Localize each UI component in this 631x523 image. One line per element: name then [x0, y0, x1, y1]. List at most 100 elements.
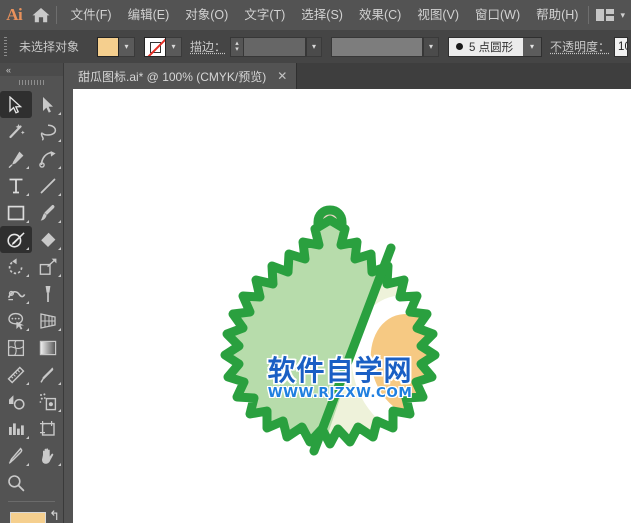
menu-type[interactable]: 文字(T) [236, 0, 293, 30]
menu-help[interactable]: 帮助(H) [528, 0, 586, 30]
tool-flyout-indicator-icon [58, 166, 61, 169]
menu-item-list: 文件(F) 编辑(E) 对象(O) 文字(T) 选择(S) 效果(C) 视图(V… [63, 0, 587, 30]
stroke-profile-input[interactable] [331, 36, 424, 57]
tool-lasso[interactable] [32, 118, 64, 145]
home-icon[interactable] [28, 0, 53, 30]
tool-selection[interactable] [0, 91, 32, 118]
tool-rectangle[interactable] [0, 199, 32, 226]
opacity-input[interactable]: 10 [614, 36, 629, 57]
tool-artboard[interactable] [32, 415, 64, 442]
tool-measure[interactable] [0, 361, 32, 388]
tool-flyout-indicator-icon [58, 409, 61, 412]
brush-preview-dot-icon [456, 43, 464, 50]
tool-flyout-indicator-icon [26, 220, 29, 223]
tool-mesh[interactable] [0, 334, 32, 361]
tool-flyout-indicator-icon [58, 193, 61, 196]
tool-magic-wand[interactable] [0, 118, 32, 145]
tool-empty-slot [32, 469, 64, 496]
tool-scale[interactable] [32, 253, 64, 280]
artboard-canvas[interactable]: 软件自学网 WWW.RJZXW.COM [73, 89, 631, 523]
stroke-swatch-group: ▾ [144, 36, 183, 57]
menu-window[interactable]: 窗口(W) [467, 0, 528, 30]
tool-flyout-indicator-icon [26, 382, 29, 385]
tool-flyout-indicator-icon [26, 328, 29, 331]
workspace-layout-icon[interactable] [595, 8, 615, 22]
menu-effect[interactable]: 效果(C) [351, 0, 409, 30]
tool-panel-collapse-icon[interactable]: « [0, 63, 63, 76]
tool-grid [0, 89, 63, 496]
tool-curvature[interactable] [32, 145, 64, 172]
tool-type[interactable] [0, 172, 32, 199]
swap-fill-stroke-icon[interactable]: ↰ [49, 509, 60, 522]
menu-bar: Ai 文件(F) 编辑(E) 对象(O) 文字(T) 选择(S) 效果(C) 视… [0, 0, 631, 30]
fill-swatch[interactable] [97, 36, 120, 57]
tool-flyout-indicator-icon [26, 274, 29, 277]
tool-paintbrush[interactable] [32, 199, 64, 226]
tool-flyout-indicator-icon [58, 274, 61, 277]
tool-flyout-indicator-icon [26, 301, 29, 304]
panel-grip[interactable] [0, 76, 63, 89]
tool-shape-builder[interactable] [0, 307, 32, 334]
document-tab[interactable]: 甜瓜图标.ai* @ 100% (CMYK/预览) ✕ [64, 63, 298, 89]
tool-shaper[interactable] [0, 226, 32, 253]
fill-swatch-group: ▾ [97, 36, 136, 57]
tool-flyout-indicator-icon [58, 382, 61, 385]
tool-flyout-indicator-icon [58, 247, 61, 250]
tool-zoom[interactable] [0, 469, 32, 496]
stroke-weight-stepper[interactable]: ▴ ▾ [230, 36, 245, 57]
menu-view[interactable]: 视图(V) [409, 0, 467, 30]
stroke-profile-chevron-down-icon[interactable]: ▾ [423, 36, 440, 57]
fill-stroke-control: ↰ [0, 508, 64, 523]
document-tab-title: 甜瓜图标.ai* @ 100% (CMYK/预览) [78, 69, 267, 84]
tool-pen[interactable] [0, 145, 32, 172]
tool-symbol-sprayer[interactable] [32, 388, 64, 415]
tool-flyout-indicator-icon [26, 193, 29, 196]
tool-slice[interactable] [0, 442, 32, 469]
stroke-weight-label: 描边： [190, 40, 227, 54]
durian-melon-icon[interactable] [195, 202, 465, 472]
tool-direct-selection[interactable] [32, 91, 64, 118]
tool-column-graph[interactable] [0, 415, 32, 442]
tool-flyout-indicator-icon [26, 436, 29, 439]
fill-color-swatch[interactable] [10, 512, 46, 523]
tool-rotate[interactable] [0, 253, 32, 280]
brush-definition-combo[interactable]: 5 点圆形 ▾ [448, 36, 543, 57]
tool-eyedropper[interactable] [32, 361, 64, 388]
tool-blend[interactable] [0, 388, 32, 415]
document-tab-strip: 甜瓜图标.ai* @ 100% (CMYK/预览) ✕ [64, 63, 631, 89]
tool-flyout-indicator-icon [58, 112, 61, 115]
tool-flyout-indicator-icon [26, 166, 29, 169]
tool-free-transform[interactable] [32, 280, 64, 307]
brush-chevron-down-icon[interactable]: ▾ [523, 37, 542, 56]
tool-panel-divider [8, 501, 55, 502]
tool-line-segment[interactable] [32, 172, 64, 199]
workspace-chevron-down-icon[interactable]: ▾ [620, 10, 625, 20]
stroke-swatch-none[interactable] [144, 36, 167, 57]
tool-gradient[interactable] [32, 334, 64, 361]
tool-perspective-grid[interactable] [32, 307, 64, 334]
close-icon[interactable]: ✕ [277, 70, 287, 82]
menu-edit[interactable]: 编辑(E) [120, 0, 178, 30]
brush-definition-label: 5 点圆形 [469, 41, 514, 54]
menu-select[interactable]: 选择(S) [293, 0, 351, 30]
menubar-right-group: ▾ [586, 0, 631, 30]
tool-hand[interactable] [32, 442, 64, 469]
tool-flyout-indicator-icon [58, 328, 61, 331]
app-logo: Ai [6, 5, 23, 24]
menubar-divider [55, 6, 57, 24]
tool-eraser[interactable] [32, 226, 64, 253]
control-bar-grip[interactable] [0, 30, 10, 63]
stroke-chevron-down-icon[interactable]: ▾ [166, 36, 183, 57]
control-bar: 未选择对象 ▾ ▾ 描边： ▴▾ ▾ ▾ 5 点圆形 ▾ 不透明度： 10 [0, 30, 631, 64]
menu-file[interactable]: 文件(F) [63, 0, 120, 30]
stroke-weight-input[interactable] [244, 36, 307, 57]
canvas-wrapper: 软件自学网 WWW.RJZXW.COM [64, 89, 631, 523]
stroke-profile-group: ▾ [331, 36, 440, 57]
selection-status-label: 未选择对象 [19, 40, 80, 54]
stroke-weight-chevron-down-icon[interactable]: ▾ [306, 36, 323, 57]
menu-object[interactable]: 对象(O) [177, 0, 236, 30]
tool-width[interactable] [0, 280, 32, 307]
tool-panel: « ↰ [0, 63, 64, 523]
fill-chevron-down-icon[interactable]: ▾ [119, 36, 136, 57]
illustrator-window: Ai 文件(F) 编辑(E) 对象(O) 文字(T) 选择(S) 效果(C) 视… [0, 0, 631, 523]
